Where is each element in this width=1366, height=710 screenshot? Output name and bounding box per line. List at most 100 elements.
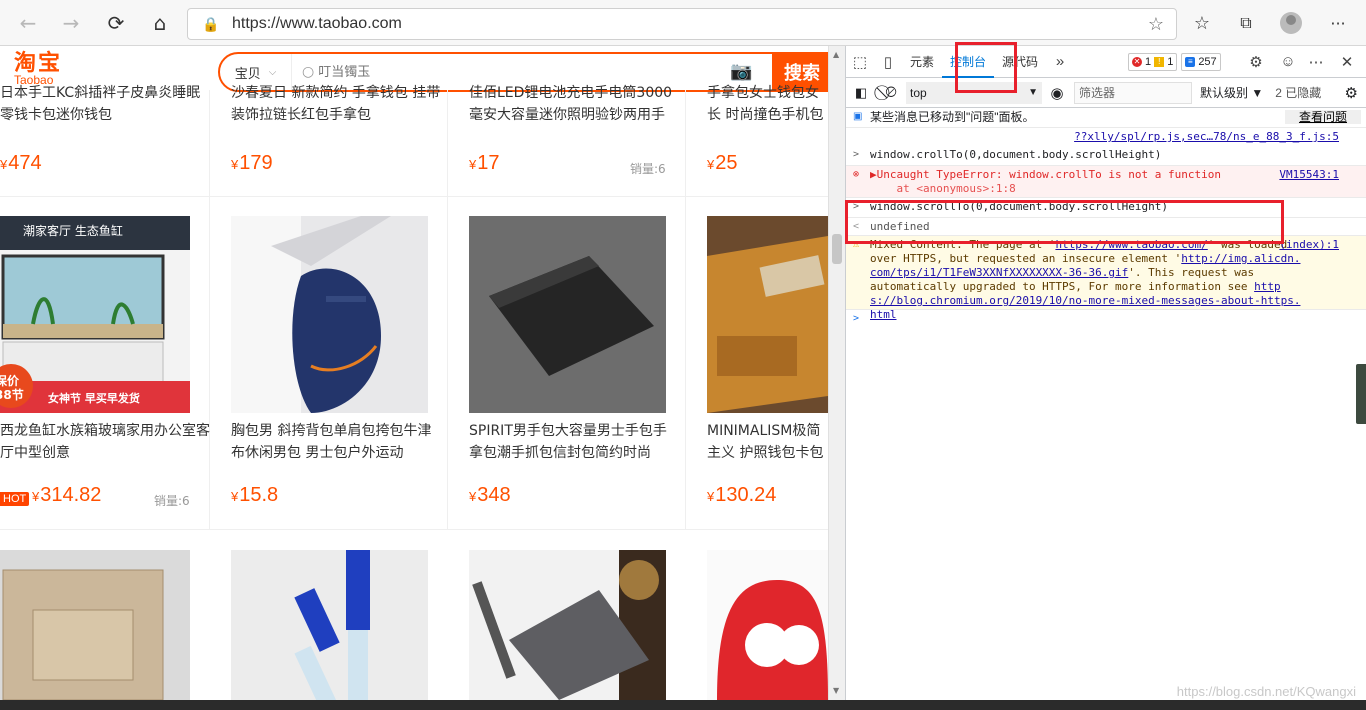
home-button[interactable]: ⌂: [142, 5, 178, 41]
console-command-row: > window.scrollTo(0,document.body.scroll…: [846, 198, 1366, 218]
scroll-up-arrow[interactable]: ▲: [833, 50, 839, 59]
console-output: ▣ 某些消息已移动到"问题"面板。 查看问题 ??xlly/spl/rp.js,…: [846, 108, 1366, 330]
tab-elements[interactable]: 元素: [902, 46, 942, 78]
inspect-icon[interactable]: ⬚: [846, 53, 874, 71]
prompt-chevron-icon: >: [853, 313, 860, 324]
console-info-row: ▣ 某些消息已移动到"问题"面板。 查看问题: [846, 108, 1366, 128]
log-levels-select[interactable]: 默认级别 ▼: [1200, 84, 1263, 101]
product-title[interactable]: 沙春夏日 新款简约 手拿钱包 挂带装饰拉链长红包手拿包: [231, 82, 441, 122]
error-icon: ✕: [1132, 57, 1142, 67]
error-source-link[interactable]: VM15543:1: [1279, 168, 1339, 182]
product-card[interactable]: 潮家客厅 生态鱼缸 保价 38节 女神节 早买早发货 西龙鱼缸水族箱玻璃家用办公…: [0, 196, 210, 529]
command-text[interactable]: window.crollTo(0,document.body.scrollHei…: [870, 148, 1161, 161]
console-filter-bar: ◧ ⃠⊘ top ▼ ◉ 筛选器 默认级别 ▼ 2 已隐藏 ⚙: [846, 78, 1366, 108]
scroll-down-arrow[interactable]: ▼: [833, 686, 839, 695]
lock-icon: 🔒: [202, 15, 220, 32]
result-arrow-icon: <: [853, 221, 860, 232]
product-title[interactable]: 西龙鱼缸水族箱玻璃家用办公室客厅中型创意: [0, 420, 210, 464]
watermark: https://blog.csdn.net/KQwangxi: [1176, 684, 1356, 699]
url-text[interactable]: https://www.taobao.com: [232, 15, 402, 33]
page-scrollbar[interactable]: ▲ ▼: [828, 46, 845, 700]
banner-right-text: 女神节 早买早发货: [48, 392, 140, 405]
error-count-badge[interactable]: ✕ 1 ! 1: [1128, 53, 1178, 71]
product-card[interactable]: SPIRIT男手包大容量男士手包手拿包潮手抓包信封包简约时尚 ¥348: [448, 196, 686, 529]
context-select[interactable]: top ▼: [906, 81, 1042, 104]
product-image-heater[interactable]: [231, 550, 428, 700]
product-title[interactable]: 日本手工KC斜插袢子皮鼻炎睡眠零钱卡包迷你钱包: [0, 82, 210, 122]
console-result-row: < undefined: [846, 218, 1366, 236]
forward-button[interactable]: →: [53, 5, 89, 41]
info-text: 某些消息已移动到"问题"面板。: [870, 110, 1035, 124]
favorites-icon[interactable]: ☆: [1184, 5, 1220, 41]
product-title[interactable]: 佳佰LED锂电池充电手电筒3000毫安大容量迷你照明验钞两用手: [469, 82, 679, 122]
add-favorite-icon[interactable]: ☆: [1148, 14, 1164, 35]
back-button[interactable]: ←: [10, 5, 46, 41]
console-warning-row: ⚠ Mixed Content: The page at 'https://ww…: [846, 236, 1366, 321]
product-card[interactable]: 胸包男 斜挎背包单肩包挎包牛津布休闲男包 男士包户外运动 ¥15.8: [210, 196, 448, 529]
source-link[interactable]: ??xlly/spl/rp.js,sec…78/ns_e_88_3_f.js:5: [1074, 130, 1339, 144]
row-divider: [0, 529, 828, 530]
settings-gear-icon[interactable]: ⚙: [1242, 53, 1270, 71]
product-price: ¥15.8: [231, 484, 279, 506]
error-stack: at <anonymous>:1:8: [870, 182, 1016, 195]
devtools-tabbar: ⬚ ▯ 元素 控制台 源代码 » ✕ 1 ! 1 ≡ 257 ⚙ ☺ ⋯ ✕: [846, 46, 1366, 78]
product-image-cardboard[interactable]: [0, 550, 190, 700]
context-value: top: [910, 85, 927, 100]
collections-icon[interactable]: ⧉: [1228, 5, 1264, 41]
banner-left-text: 保价 38节: [0, 374, 24, 402]
command-text[interactable]: window.scrollTo(0,document.body.scrollHe…: [870, 200, 1168, 213]
sidebar-toggle-icon[interactable]: ◧: [846, 85, 876, 101]
product-sales: 销量:6: [630, 162, 666, 176]
search-icon: ○: [302, 64, 315, 80]
product-title[interactable]: SPIRIT男手包大容量男士手包手拿包潮手抓包信封包简约时尚: [469, 420, 679, 464]
product-title[interactable]: 胸包男 斜挎背包单肩包挎包牛津布休闲男包 男士包户外运动: [231, 420, 441, 464]
product-image-clutch[interactable]: [469, 216, 666, 413]
warning-text: Mixed Content: The page at ': [870, 238, 1056, 251]
message-count-badge[interactable]: ≡ 257: [1181, 53, 1221, 71]
banner-top-text: 潮家客厅 生态鱼缸: [23, 224, 123, 238]
product-image-chest-bag[interactable]: [231, 216, 428, 413]
console-error-row: ⊗ ▶Uncaught TypeError: window.crollTo is…: [846, 166, 1366, 198]
warning-link-page[interactable]: https://www.taobao.com/: [1055, 238, 1207, 251]
device-toolbar-icon[interactable]: ▯: [874, 53, 902, 71]
result-text: undefined: [870, 220, 930, 233]
info-icon: ▣: [853, 111, 863, 122]
warning-source-link[interactable]: (index):1: [1279, 238, 1339, 252]
profile-avatar[interactable]: [1280, 12, 1302, 34]
clear-console-icon[interactable]: ⃠⊘: [876, 84, 906, 101]
product-image-cartoon-bag[interactable]: [707, 550, 828, 700]
console-source-row: ??xlly/spl/rp.js,sec…78/ns_e_88_3_f.js:5: [846, 128, 1366, 146]
view-issues-button[interactable]: 查看问题: [1284, 110, 1361, 124]
product-image-fish-tank[interactable]: 潮家客厅 生态鱼缸 保价 38节 女神节 早买早发货: [0, 216, 190, 413]
scroll-thumb[interactable]: [832, 234, 842, 264]
reload-button[interactable]: ⟳: [98, 5, 134, 41]
product-sales: 销量:6: [154, 494, 190, 508]
console-settings-icon[interactable]: ⚙: [1345, 84, 1358, 102]
tab-console[interactable]: 控制台: [942, 46, 995, 78]
close-devtools-icon[interactable]: ✕: [1333, 53, 1361, 71]
product-card[interactable]: MINIMALISM极简主义 护照钱包卡包 真皮手包 ¥130.24: [686, 196, 828, 529]
tab-sources[interactable]: 源代码: [994, 46, 1046, 78]
address-bar[interactable]: 🔒 https://www.taobao.com ☆: [187, 8, 1177, 40]
issue-counters[interactable]: ✕ 1 ! 1 ≡ 257: [1128, 53, 1225, 71]
more-options-icon[interactable]: ⋯: [1302, 53, 1330, 71]
menu-button[interactable]: ···: [1320, 5, 1356, 41]
more-tabs-icon[interactable]: »: [1046, 53, 1074, 70]
product-title[interactable]: MINIMALISM极简主义 护照钱包卡包 真皮手包: [707, 420, 828, 464]
console-prompt[interactable]: >: [846, 310, 1366, 330]
logo-chinese: 淘宝: [14, 50, 63, 75]
feedback-icon[interactable]: ☺: [1274, 53, 1302, 70]
product-price: ¥474: [0, 152, 42, 174]
camera-icon[interactable]: 📷: [730, 61, 752, 82]
console-filter-input[interactable]: 筛选器: [1074, 81, 1192, 104]
edge-sidebar-grip[interactable]: [1356, 364, 1366, 424]
message-icon: ≡: [1185, 57, 1196, 67]
product-image-pen-case[interactable]: [469, 550, 666, 700]
input-chevron-icon: >: [853, 201, 860, 212]
product-title[interactable]: 手拿包女士钱包女长 时尚撞色手机包卡包: [707, 82, 828, 122]
search-input[interactable]: [318, 64, 709, 80]
chevron-down-icon: ⌵: [268, 66, 277, 78]
product-image-wallet[interactable]: [707, 216, 828, 413]
live-expression-eye-icon[interactable]: ◉: [1042, 84, 1072, 102]
warning-icon: !: [1154, 57, 1165, 67]
